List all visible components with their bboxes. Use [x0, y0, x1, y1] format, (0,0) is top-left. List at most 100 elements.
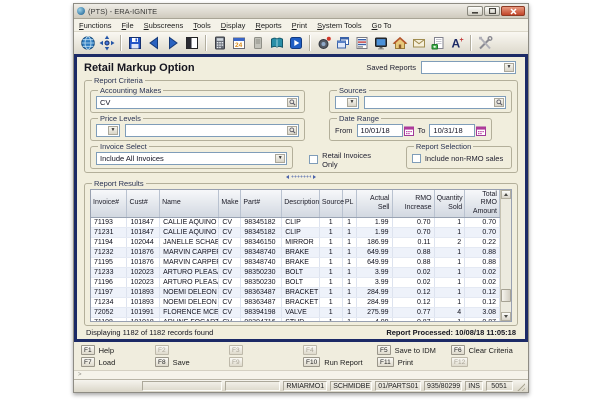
- table-row[interactable]: 71231101847CALLIE AQUINOCV98345182CLIP11…: [91, 228, 500, 238]
- menu-item-subscreens[interactable]: Subscreens: [144, 21, 184, 30]
- toolbar-button-report-grid[interactable]: [352, 34, 371, 53]
- table-row[interactable]: 71234101893NOEMI DELEONCV98363487BRACKET…: [91, 298, 500, 308]
- maximize-button[interactable]: [484, 6, 500, 16]
- calendar-icon[interactable]: [404, 126, 414, 136]
- toolbar-button-calculator[interactable]: [210, 34, 229, 53]
- column-header-total-rmo-amount[interactable]: Total RMO Amount: [465, 190, 500, 218]
- toolbar-button-cascade-windows[interactable]: [333, 34, 352, 53]
- toolbar-button-book[interactable]: [267, 34, 286, 53]
- table-cell: 0.12: [392, 288, 434, 298]
- toolbar-button-forward[interactable]: [163, 34, 182, 53]
- fkey-f5-save-to-idm[interactable]: F5Save to IDM: [377, 344, 447, 356]
- toolbar-button-phone[interactable]: [248, 34, 267, 53]
- date-from-input[interactable]: 10/01/18: [357, 124, 403, 137]
- vertical-scrollbar[interactable]: [500, 190, 511, 321]
- price-levels-input[interactable]: [125, 124, 299, 137]
- table-cell: 2: [434, 238, 465, 248]
- resize-grip[interactable]: [516, 381, 525, 391]
- table-row[interactable]: 71194102044JANELLE SCHAEFERCV98346150MIR…: [91, 238, 500, 248]
- toolbar-button-tools[interactable]: [475, 34, 494, 53]
- table-row[interactable]: 71198101918ARLINE FOGARTYCV98394716STUD1…: [91, 318, 500, 322]
- menu-item-go-to[interactable]: Go To: [372, 21, 392, 30]
- lookup-icon[interactable]: [287, 98, 297, 107]
- close-button[interactable]: [501, 6, 525, 16]
- date-to-input[interactable]: 10/31/18: [429, 124, 475, 137]
- include-non-rmo-option[interactable]: Include non-RMO sales: [412, 152, 506, 165]
- toolbar-button-calendar[interactable]: 24: [229, 34, 248, 53]
- column-header-invoice-[interactable]: Invoice#: [91, 190, 127, 218]
- fkey-f1-help[interactable]: F1Help: [81, 344, 151, 356]
- toolbar-button-font-size[interactable]: A+: [447, 34, 466, 53]
- fkey-f6-clear-criteria[interactable]: F6Clear Criteria: [451, 344, 521, 356]
- menu-item-functions[interactable]: Functions: [79, 21, 112, 30]
- table-row[interactable]: 71232101876MARVIN CARPERCV98348740BRAKE1…: [91, 248, 500, 258]
- toolbar-button-home[interactable]: [390, 34, 409, 53]
- column-header-rmo-increase[interactable]: RMO Increase: [392, 190, 434, 218]
- menu-item-print[interactable]: Print: [292, 21, 307, 30]
- retail-invoices-only-option[interactable]: Retail Invoices Only: [309, 151, 384, 169]
- table-row[interactable]: 71197101893NOEMI DELEONCV98363487BRACKET…: [91, 288, 500, 298]
- column-header-source[interactable]: Source: [319, 190, 342, 218]
- sources-selector[interactable]: ▼: [335, 96, 359, 109]
- accounting-makes-input[interactable]: CV: [96, 96, 299, 109]
- scroll-down-icon[interactable]: [501, 312, 511, 321]
- menu-item-file[interactable]: File: [122, 21, 134, 30]
- title-bar[interactable]: (PTS) - ERA-IGNITE: [74, 4, 528, 19]
- table-row[interactable]: 71193101847CALLIE AQUINOCV98345182CLIP11…: [91, 218, 500, 228]
- column-header-part-[interactable]: Part#: [241, 190, 282, 218]
- toolbar-button-play[interactable]: [286, 34, 305, 53]
- toolbar-button-monitor[interactable]: [371, 34, 390, 53]
- toolbar-button-compass[interactable]: [97, 34, 116, 53]
- toolbar-button-export[interactable]: [428, 34, 447, 53]
- calendar-icon[interactable]: [476, 126, 486, 136]
- scrollbar-thumb[interactable]: [501, 289, 511, 302]
- column-header-actual-sell[interactable]: Actual Sell: [356, 190, 392, 218]
- column-header-make[interactable]: Make: [219, 190, 241, 218]
- menu-item-system-tools[interactable]: System Tools: [317, 21, 361, 30]
- chevron-down-icon[interactable]: ▼: [108, 126, 118, 135]
- menu-item-reports[interactable]: Reports: [255, 21, 281, 30]
- retail-invoices-only-checkbox[interactable]: [309, 155, 318, 164]
- table-cell: 1: [342, 318, 356, 322]
- toolbar-separator: [470, 35, 471, 51]
- toolbar-button-save[interactable]: [125, 34, 144, 53]
- column-header-quantity-sold[interactable]: Quantity Sold: [434, 190, 465, 218]
- table-cell: CV: [219, 298, 241, 308]
- column-header-name[interactable]: Name: [160, 190, 219, 218]
- scrollbar-track[interactable]: [501, 199, 511, 312]
- chevron-down-icon[interactable]: ▼: [275, 154, 285, 163]
- toolbar-button-back[interactable]: [144, 34, 163, 53]
- toolbar-button-globe[interactable]: [78, 34, 97, 53]
- table-cell: 71231: [91, 228, 127, 238]
- menu-item-display[interactable]: Display: [221, 21, 246, 30]
- include-non-rmo-checkbox[interactable]: [412, 154, 421, 163]
- table-row[interactable]: 71196102023ARTURO PLEASANTCV98350230BOLT…: [91, 278, 500, 288]
- fkey-f8-save[interactable]: F8Save: [155, 356, 225, 368]
- saved-reports-dropdown[interactable]: ▼: [421, 61, 516, 74]
- price-levels-selector[interactable]: ▼: [96, 124, 120, 137]
- toolbar-button-split-view[interactable]: [182, 34, 201, 53]
- table-row[interactable]: 71233102023ARTURO PLEASANTCV98350230BOLT…: [91, 268, 500, 278]
- table-row[interactable]: 72052101991FLORENCE MCELR...CV98394198VA…: [91, 308, 500, 318]
- column-header-cust-[interactable]: Cust#: [127, 190, 160, 218]
- fkey-f7-load[interactable]: F7Load: [81, 356, 151, 368]
- column-header-pl[interactable]: PL: [342, 190, 356, 218]
- toolbar-button-mail[interactable]: [409, 34, 428, 53]
- fkey-f10-run-report[interactable]: F10Run Report: [303, 356, 373, 368]
- toolbar-button-camera[interactable]: [314, 34, 333, 53]
- chevron-down-icon[interactable]: ▼: [504, 63, 514, 72]
- fkey-f11-print[interactable]: F11Print: [377, 356, 447, 368]
- lookup-icon[interactable]: [287, 126, 297, 135]
- menu-item-tools[interactable]: Tools: [193, 21, 211, 30]
- table-cell: CV: [219, 318, 241, 322]
- sources-input[interactable]: [364, 96, 506, 109]
- table-row[interactable]: 71195101876MARVIN CARPERCV98348740BRAKE1…: [91, 258, 500, 268]
- minimize-button[interactable]: [467, 6, 483, 16]
- date-from-label: From: [335, 126, 353, 135]
- lookup-icon[interactable]: [494, 98, 504, 107]
- chevron-down-icon[interactable]: ▼: [347, 98, 357, 107]
- column-header-description[interactable]: Description: [282, 190, 320, 218]
- scroll-up-icon[interactable]: [501, 190, 511, 199]
- statusbar-cell: [142, 381, 222, 391]
- invoice-select-dropdown[interactable]: Include All Invoices ▼: [96, 152, 287, 165]
